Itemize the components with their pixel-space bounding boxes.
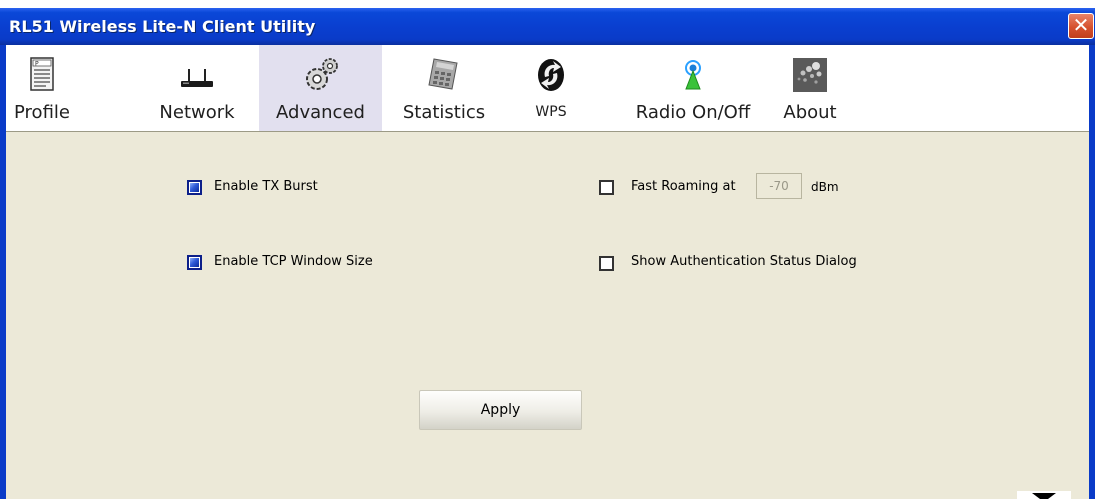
fast-roaming-checkbox[interactable] — [599, 180, 614, 195]
tab-about[interactable]: About — [782, 45, 838, 131]
scroll-down-icon[interactable] — [1017, 491, 1071, 499]
tcp-window-checkbox[interactable] — [187, 255, 202, 270]
window-title: RL51 Wireless Lite-N Client Utility — [9, 17, 316, 36]
tab-network-label: Network — [159, 102, 235, 123]
app-window: RL51 Wireless Lite-N Client Utility ✕ P … — [0, 0, 1095, 499]
title-bar[interactable]: RL51 Wireless Lite-N Client Utility ✕ — [0, 8, 1095, 45]
close-button[interactable]: ✕ — [1068, 13, 1094, 39]
tab-wps-label: WPS — [535, 104, 567, 120]
tab-advanced-label: Advanced — [276, 102, 365, 123]
tx-burst-checkbox[interactable] — [187, 180, 202, 195]
radio-icon — [685, 60, 701, 90]
fast-roaming-label: Fast Roaming at — [631, 179, 736, 194]
advanced-icon — [305, 58, 338, 90]
tx-burst-label: Enable TX Burst — [214, 179, 318, 194]
tab-statistics[interactable]: Statistics — [394, 45, 494, 131]
advanced-settings-panel: Enable TX Burst Enable TCP Window Size F… — [6, 132, 1089, 499]
tab-radio-on-off[interactable]: Radio On/Off — [622, 45, 764, 131]
tab-radio-label: Radio On/Off — [635, 102, 751, 123]
network-icon — [181, 69, 213, 87]
auth-status-label: Show Authentication Status Dialog — [631, 254, 857, 269]
tab-about-label: About — [783, 102, 837, 123]
toolbar: P Profile Network Advanced Statistics WP… — [6, 45, 1089, 131]
apply-button[interactable]: Apply — [419, 390, 582, 430]
tab-statistics-label: Statistics — [402, 102, 486, 123]
statistics-icon — [428, 58, 458, 90]
window-frame-right — [1089, 45, 1095, 499]
fast-roaming-unit: dBm — [811, 180, 839, 194]
tab-profile-label: Profile — [14, 102, 70, 123]
svg-text:P: P — [35, 61, 39, 68]
auth-status-checkbox[interactable] — [599, 256, 614, 271]
fast-roaming-threshold-input[interactable]: -70 — [756, 173, 802, 199]
tcp-window-label: Enable TCP Window Size — [214, 254, 373, 269]
about-icon — [793, 58, 827, 92]
tab-wps[interactable]: WPS — [523, 45, 579, 131]
profile-icon: P — [30, 57, 54, 91]
close-icon: ✕ — [1072, 13, 1090, 37]
tab-advanced[interactable]: Advanced — [259, 45, 382, 131]
tab-network[interactable]: Network — [154, 45, 240, 131]
wps-icon — [538, 59, 564, 91]
tab-profile[interactable]: P Profile — [6, 45, 78, 131]
